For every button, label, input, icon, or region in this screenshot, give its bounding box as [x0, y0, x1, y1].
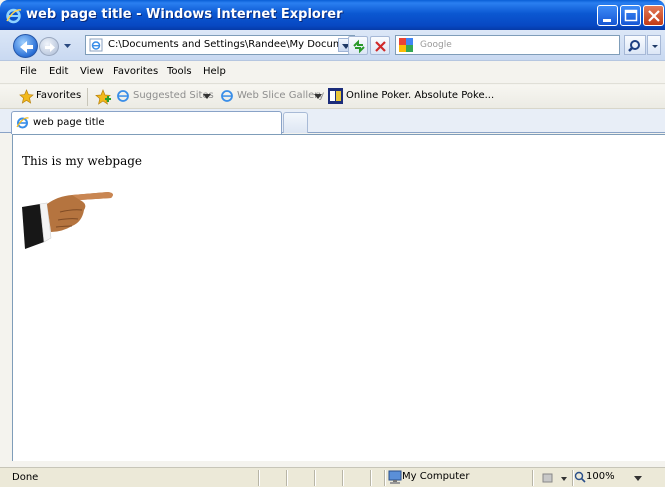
online-poker-link[interactable]: Online Poker. Absolute Poke... [346, 90, 494, 101]
tab-label: web page title [33, 117, 105, 128]
refresh-button[interactable] [348, 36, 368, 55]
minimize-button[interactable] [597, 5, 618, 26]
internet-explorer-icon [6, 8, 22, 24]
title-bar[interactable]: web page title - Windows Internet Explor… [0, 0, 665, 30]
toolbar-divider [87, 88, 88, 106]
tab-web-page-title[interactable]: web page title [11, 111, 282, 134]
address-url[interactable]: C:\Documents and Settings\Randee\My Docu… [108, 39, 364, 50]
close-button[interactable] [643, 5, 664, 26]
status-divider [532, 470, 533, 486]
status-divider [258, 470, 259, 486]
google-icon [399, 38, 413, 52]
protected-mode-icon[interactable] [542, 471, 568, 485]
page-content: This is my webpage [12, 134, 665, 461]
refresh-icon [353, 39, 365, 54]
status-divider [342, 470, 343, 486]
poker-site-icon [328, 88, 343, 104]
stop-icon [375, 41, 386, 52]
status-divider [370, 470, 371, 486]
tab-bar: web page title [0, 109, 665, 134]
status-text: Done [12, 472, 39, 483]
security-zone[interactable]: My Computer [402, 471, 469, 482]
search-button[interactable] [624, 35, 646, 55]
magnifier-icon [628, 40, 640, 52]
status-bar: Done My Computer 100% [0, 467, 665, 487]
address-field[interactable]: C:\Documents and Settings\Randee\My Docu… [85, 35, 364, 55]
ie-page-icon [117, 90, 129, 102]
search-input[interactable]: Google [395, 35, 620, 55]
status-divider [572, 470, 573, 486]
status-divider [286, 470, 287, 486]
menu-tools[interactable]: Tools [167, 66, 192, 77]
back-button[interactable] [13, 34, 38, 58]
zoom-level[interactable]: 100% [586, 471, 615, 482]
stop-button[interactable] [370, 36, 390, 55]
favorites-bar: Favorites Suggested Sites Web Slice Gall… [0, 85, 665, 109]
address-toolbar: C:\Documents and Settings\Randee\My Docu… [0, 30, 665, 61]
maximize-button[interactable] [620, 5, 641, 26]
add-to-favorites-icon[interactable] [95, 89, 111, 105]
my-computer-icon [388, 470, 402, 484]
menu-view[interactable]: View [80, 66, 104, 77]
chevron-down-icon[interactable] [203, 94, 211, 100]
forward-button[interactable] [39, 37, 59, 56]
page-icon [89, 38, 103, 52]
favorites-button[interactable]: Favorites [36, 90, 81, 101]
chevron-down-icon[interactable] [314, 94, 322, 100]
menu-favorites[interactable]: Favorites [113, 66, 158, 77]
status-divider [314, 470, 315, 486]
menu-edit[interactable]: Edit [49, 66, 68, 77]
zoom-dropdown-icon[interactable] [634, 476, 642, 482]
menu-help[interactable]: Help [203, 66, 226, 77]
zoom-icon [574, 471, 586, 483]
browser-window: web page title - Windows Internet Explor… [0, 0, 665, 487]
suggested-sites-link[interactable]: Suggested Sites [133, 90, 214, 101]
search-placeholder: Google [420, 40, 452, 50]
status-divider [384, 470, 385, 486]
menu-file[interactable]: File [20, 66, 37, 77]
window-title: web page title - Windows Internet Explor… [26, 7, 343, 22]
ie-page-icon [221, 90, 233, 102]
back-arrow-icon [20, 41, 33, 53]
favorites-star-icon [19, 89, 34, 104]
search-options-button[interactable] [647, 35, 661, 55]
chevron-down-icon [652, 45, 658, 48]
forward-arrow-icon [45, 43, 55, 52]
recent-pages-dropdown[interactable] [63, 41, 72, 50]
menu-bar: File Edit View Favorites Tools Help [0, 62, 665, 84]
pointing-hand-image [22, 192, 113, 249]
internet-explorer-icon [16, 117, 29, 129]
web-slice-gallery-link[interactable]: Web Slice Gallery [237, 90, 324, 101]
new-tab-button[interactable] [283, 112, 308, 133]
page-text: This is my webpage [22, 154, 142, 168]
